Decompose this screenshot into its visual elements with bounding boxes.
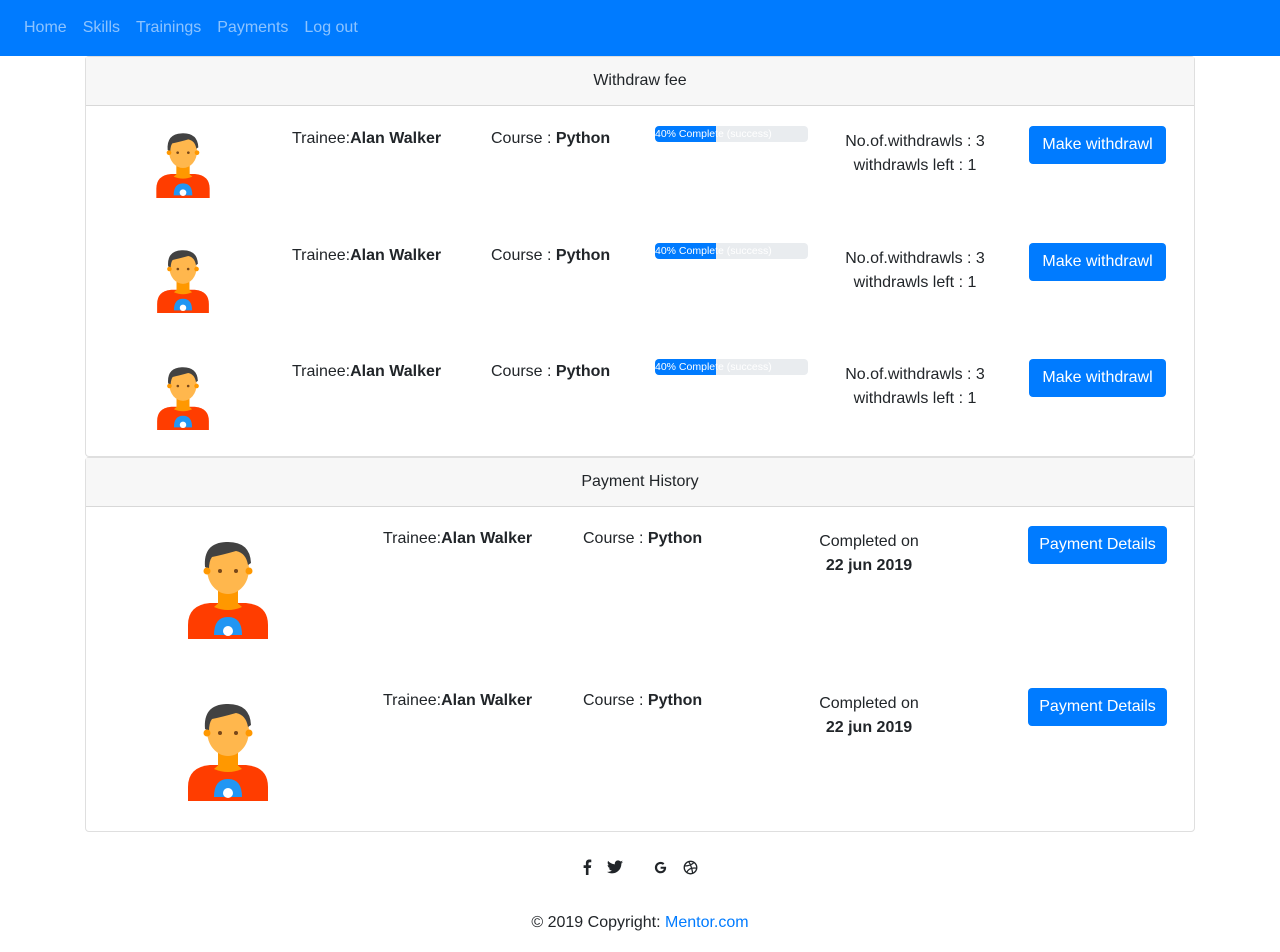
- copyright: © 2019 Copyright: Mentor.com: [0, 914, 1280, 932]
- trainee-text: Trainee:Alan Walker: [292, 363, 442, 380]
- course-text: Course : Python: [491, 363, 611, 380]
- course-text: Course : Python: [491, 247, 611, 264]
- withdrawal-info: No.of.withdrawls : 3 withdrawls left : 1: [830, 247, 1000, 295]
- completed-info: Completed on 22 jun 2019: [789, 692, 949, 740]
- course-name: Python: [555, 247, 611, 264]
- avatar: [187, 699, 269, 806]
- payment-history-card: Payment History Trainee:Alan Walker Cour…: [85, 457, 1195, 832]
- course-name: Python: [647, 530, 703, 547]
- progress-bar: 40% Complete (success): [655, 359, 808, 375]
- trainee-text: Trainee:Alan Walker: [383, 530, 533, 547]
- payment-details-button[interactable]: Payment Details: [1028, 688, 1167, 726]
- avatar: [156, 364, 210, 435]
- withdrawals-left: withdrawls left : 1: [853, 157, 977, 174]
- trainee-text: Trainee:Alan Walker: [383, 692, 533, 709]
- payment-history-header: Payment History: [86, 458, 1194, 507]
- make-withdrawl-button[interactable]: Make withdrawl: [1029, 243, 1166, 281]
- course-name: Python: [555, 130, 611, 147]
- make-withdrawl-button[interactable]: Make withdrawl: [1029, 126, 1166, 164]
- top-navbar: Home Skills Trainings Payments Log out: [0, 0, 1280, 56]
- avatar-icon: [188, 703, 268, 801]
- progress-bar: 40% Complete (success): [655, 126, 808, 142]
- course-text: Course : Python: [583, 530, 703, 547]
- dribbble-icon[interactable]: [683, 860, 698, 880]
- trainee-name: Alan Walker: [441, 530, 533, 547]
- nav-payments-link[interactable]: Payments: [217, 19, 288, 37]
- withdraw-card: Withdraw fee Trainee:Alan Walker Course …: [85, 56, 1195, 457]
- trainee-text: Trainee:Alan Walker: [292, 130, 442, 147]
- completed-label: Completed on: [819, 533, 919, 550]
- progress-label: 40% Complete (success): [655, 245, 772, 257]
- completed-label: Completed on: [819, 695, 919, 712]
- withdrawal-count: No.of.withdrawls : 3: [845, 366, 985, 383]
- nav-home-link[interactable]: Home: [24, 19, 67, 37]
- copyright-text: © 2019 Copyright:: [531, 914, 666, 931]
- avatar-icon: [157, 367, 209, 430]
- completed-info: Completed on 22 jun 2019: [789, 530, 949, 578]
- withdraw-card-header: Withdraw fee: [86, 57, 1194, 106]
- nav-logout-link[interactable]: Log out: [304, 19, 357, 37]
- avatar-icon: [156, 133, 210, 198]
- course-text: Course : Python: [491, 130, 611, 147]
- withdrawal-info: No.of.withdrawls : 3 withdrawls left : 1: [830, 363, 1000, 411]
- withdrawal-count: No.of.withdrawls : 3: [845, 250, 985, 267]
- avatar: [156, 247, 210, 318]
- withdrawals-left: withdrawls left : 1: [853, 274, 977, 291]
- facebook-icon[interactable]: [582, 859, 592, 880]
- twitter-icon[interactable]: [607, 860, 623, 879]
- withdrawal-info: No.of.withdrawls : 3 withdrawls left : 1: [830, 130, 1000, 178]
- avatar: [187, 537, 269, 644]
- google-icon[interactable]: [653, 860, 668, 880]
- trainee-name: Alan Walker: [441, 692, 533, 709]
- make-withdrawl-button[interactable]: Make withdrawl: [1029, 359, 1166, 397]
- trainee-name: Alan Walker: [350, 130, 442, 147]
- trainee-text: Trainee:Alan Walker: [292, 247, 442, 264]
- completed-date: 22 jun 2019: [825, 719, 913, 736]
- trainee-name: Alan Walker: [350, 363, 442, 380]
- avatar-icon: [157, 250, 209, 313]
- course-name: Python: [555, 363, 611, 380]
- withdraw-card-title: Withdraw fee: [593, 72, 687, 89]
- trainee-name: Alan Walker: [350, 247, 442, 264]
- withdrawal-count: No.of.withdrawls : 3: [845, 133, 985, 150]
- social-icons: [0, 858, 1280, 878]
- payment-details-button[interactable]: Payment Details: [1028, 526, 1167, 564]
- completed-date: 22 jun 2019: [825, 557, 913, 574]
- course-name: Python: [647, 692, 703, 709]
- withdrawals-left: withdrawls left : 1: [853, 390, 977, 407]
- avatar-icon: [188, 541, 268, 639]
- progress-bar: 40% Complete (success): [655, 243, 808, 259]
- nav-trainings-link[interactable]: Trainings: [136, 19, 201, 37]
- course-text: Course : Python: [583, 692, 703, 709]
- avatar: [156, 130, 210, 203]
- progress-label: 40% Complete (success): [655, 128, 772, 140]
- copyright-link[interactable]: Mentor.com: [665, 914, 749, 931]
- progress-label: 40% Complete (success): [655, 361, 772, 373]
- nav-skills-link[interactable]: Skills: [83, 19, 120, 37]
- payment-history-title: Payment History: [581, 473, 699, 490]
